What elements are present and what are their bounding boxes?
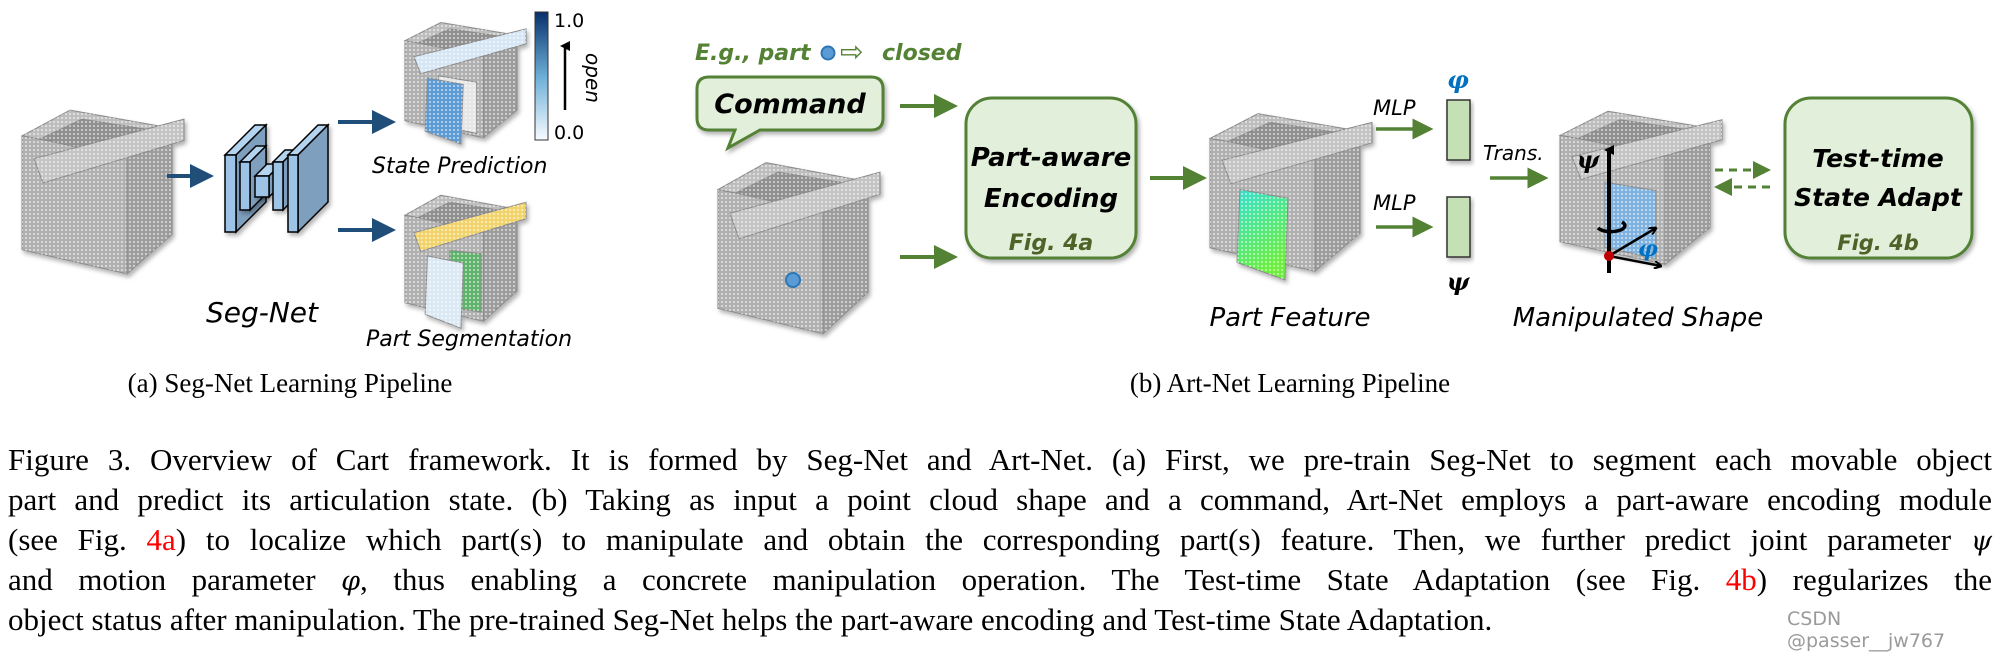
part-feature-label: Part Feature: [1209, 303, 1370, 333]
encoding-label-line1: Part-aware: [971, 143, 1132, 173]
caption-text: (see Fig.: [8, 522, 147, 557]
state-prediction-shape: [403, 21, 527, 145]
caption-text: ) regularizes the: [1756, 562, 1992, 597]
command-example-prefix: E.g., part: [695, 41, 812, 66]
caption-text: and motion parameter: [8, 562, 342, 597]
part-segmentation-shape: [403, 194, 527, 330]
joint-origin-dot: [1604, 251, 1614, 261]
figure-4b-link[interactable]: 4b: [1726, 562, 1757, 597]
adapt-label-line1: Test-time: [1812, 144, 1944, 173]
watermark: CSDN @passer__jw767: [1787, 608, 1946, 652]
colorbar-label: open: [581, 53, 605, 103]
trans-label: Trans.: [1483, 141, 1544, 165]
phi-math: φ: [341, 566, 360, 597]
mlp-bottom-label: MLP: [1373, 191, 1416, 215]
part-segmentation-label: Part Segmentation: [366, 327, 572, 352]
decoder-layer-2: [286, 123, 330, 234]
command-example-suffix: closed: [882, 41, 962, 66]
encoding-fig-ref: Fig. 4a: [1009, 231, 1094, 256]
caption-text: , thus enabling a concrete manipulation …: [359, 562, 1726, 597]
encoder-layer-1-front: [224, 154, 237, 233]
manipulated-shape-label: Manipulated Shape: [1513, 303, 1764, 333]
state-prediction-label: State Prediction: [372, 154, 547, 179]
adapt-fig-ref: Fig. 4b: [1837, 231, 1919, 255]
panel-b-caption: (b) Art-Net Learning Pipeline: [1130, 368, 1450, 398]
axis-psi-label: ψ: [1577, 145, 1601, 174]
phi-symbol: φ: [1447, 65, 1469, 94]
caption-line-2: part and predict its articulation state.…: [8, 482, 1992, 517]
joint-parameter-vector: [1446, 196, 1471, 258]
input-shape-art: [716, 162, 881, 335]
adapt-label-line2: State Adapt: [1794, 183, 1963, 212]
segnet-label: Seg-Net: [206, 296, 319, 329]
caption-line-5: object status after manipulation. The pr…: [8, 602, 1493, 637]
caption-text: ) to localize which part(s) to manipulat…: [175, 522, 1971, 557]
colorbar: [534, 11, 549, 141]
segnet-encoder-decoder-icon: [223, 123, 330, 234]
axis-phi-label: φ: [1638, 236, 1658, 262]
part-feature-shape: [1208, 113, 1373, 281]
selected-part-dot: [785, 272, 801, 288]
figure-4a-link[interactable]: 4a: [147, 522, 176, 557]
command-label: Command: [714, 89, 866, 120]
caption-line-4: and motion parameter φ, thus enabling a …: [8, 560, 1992, 600]
caption-line-1: Figure 3. Overview of Cart framework. It…: [8, 442, 1992, 477]
figure-diagram: 1.0 0.0 open State Prediction Seg-Net Pa…: [20, 10, 1974, 398]
decoder-layer-2-front: [287, 154, 299, 233]
colorbar-min-label: 0.0: [554, 122, 584, 144]
encoding-label-line2: Encoding: [984, 184, 1118, 214]
implies-arrow-icon: ⇨: [840, 35, 863, 68]
panel-a: 1.0 0.0 open State Prediction Seg-Net Pa…: [128, 10, 605, 398]
cabinet-door-texture: [1237, 189, 1288, 280]
encoder-layer-2-front: [239, 161, 251, 211]
motion-parameter-vector: [1446, 99, 1471, 161]
decoder-layer-1-front: [272, 161, 284, 211]
bottleneck-layer-front: [254, 175, 270, 198]
mlp-top-label: MLP: [1373, 96, 1416, 120]
colorbar-max-label: 1.0: [554, 10, 584, 32]
caption-line-3: (see Fig. 4a) to localize which part(s) …: [8, 520, 1992, 560]
cabinet-door-texture: [425, 78, 464, 145]
figure-caption: Figure 3. Overview of Cart framework. It…: [8, 440, 1992, 640]
cabinet-door-texture: [425, 256, 464, 329]
panel-a-caption: (a) Seg-Net Learning Pipeline: [128, 368, 453, 398]
psi-math: ψ: [1970, 526, 1992, 557]
psi-symbol: ψ: [1447, 267, 1471, 296]
input-shape-seg: [20, 109, 185, 276]
part-dot-icon: [820, 45, 836, 61]
